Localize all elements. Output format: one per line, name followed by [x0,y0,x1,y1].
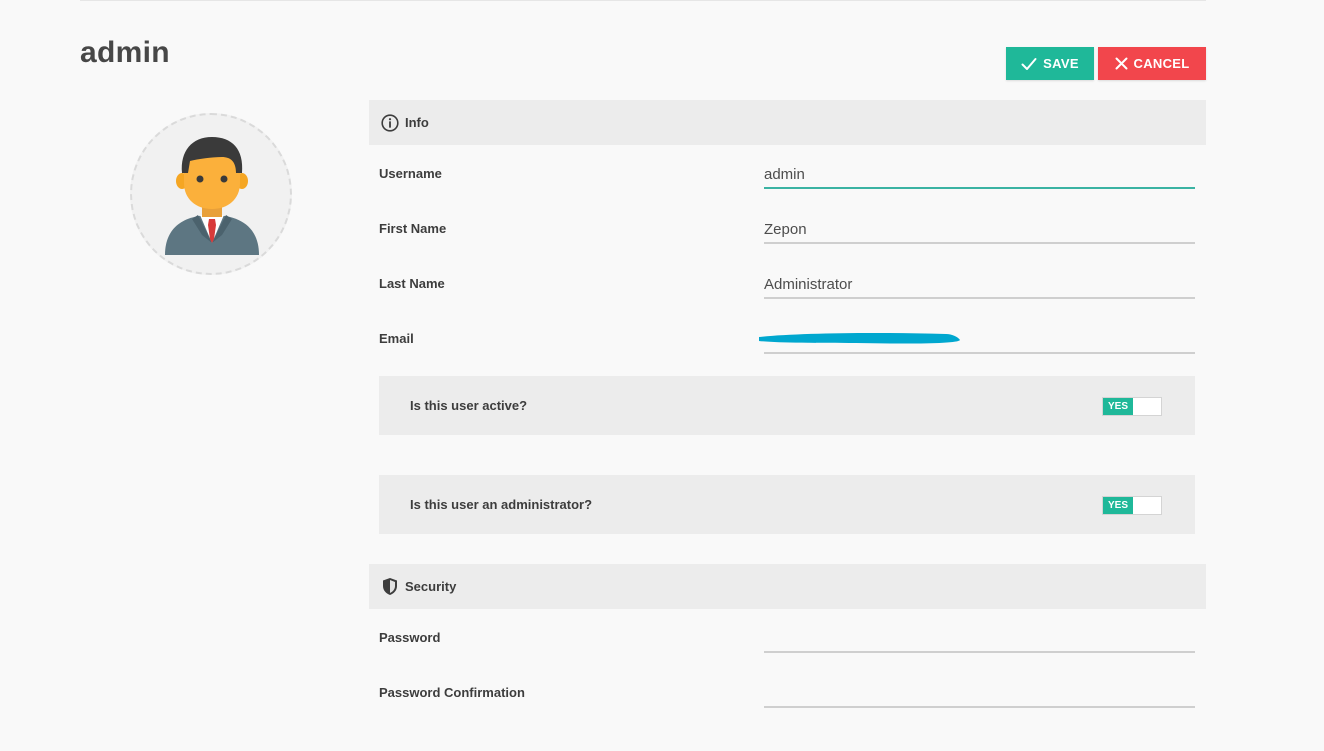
shield-icon [383,578,397,595]
username-label: Username [379,166,442,181]
active-toggle-panel: Is this user active? YES [379,376,1195,435]
email-label: Email [379,331,414,346]
administrator-toggle[interactable]: YES [1102,496,1162,515]
info-section-title: Info [405,115,429,130]
email-redaction-mark [759,333,960,344]
active-toggle-state: YES [1103,398,1133,415]
password-confirmation-label: Password Confirmation [379,685,525,700]
cancel-button[interactable]: CANCEL [1098,47,1206,80]
administrator-toggle-label: Is this user an administrator? [410,497,593,512]
info-circle-icon [381,113,399,132]
administrator-toggle-panel: Is this user an administrator? YES [379,475,1195,534]
security-section-header: Security [369,564,1206,609]
form-actions: SAVE CANCEL [1006,47,1206,80]
top-divider [80,0,1206,1]
username-field[interactable] [764,161,1195,189]
cancel-button-label: CANCEL [1133,56,1190,71]
info-section-header: Info [369,100,1206,145]
close-icon [1115,57,1128,70]
first-name-label: First Name [379,221,447,236]
active-toggle-label: Is this user active? [410,398,528,413]
password-confirmation-field[interactable] [764,680,1195,708]
last-name-label: Last Name [379,276,445,291]
administrator-toggle-state: YES [1103,497,1133,514]
password-label: Password [379,630,441,645]
page-title: admin [80,36,170,69]
save-button[interactable]: SAVE [1006,47,1094,80]
active-toggle[interactable]: YES [1102,397,1162,416]
check-icon [1021,57,1037,70]
first-name-field[interactable] [764,216,1195,244]
password-field[interactable] [764,625,1195,653]
last-name-field[interactable] [764,271,1195,299]
save-button-label: SAVE [1043,56,1079,71]
security-section-title: Security [405,579,457,594]
avatar[interactable] [130,113,292,275]
user-avatar-icon [165,137,259,255]
